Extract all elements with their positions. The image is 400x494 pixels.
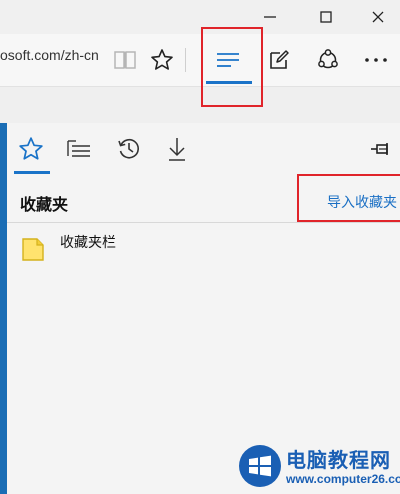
close-icon	[372, 11, 384, 23]
reading-view-button[interactable]	[109, 44, 141, 76]
share-icon	[318, 49, 338, 69]
highlight-import-box	[297, 174, 400, 222]
page-content-edge	[0, 123, 7, 494]
content-top-strip	[0, 87, 400, 123]
web-note-button[interactable]	[263, 44, 295, 76]
toolbar-separator	[185, 48, 186, 72]
address-bar[interactable]: osoft.com/zh-cn	[0, 47, 99, 63]
tab-reading-list[interactable]	[61, 131, 97, 167]
tab-favorites[interactable]	[13, 131, 49, 167]
add-favorite-button[interactable]	[146, 44, 178, 76]
active-tab-indicator	[14, 171, 50, 174]
reading-list-icon	[67, 140, 90, 157]
folder-label: 收藏夹栏	[60, 234, 116, 250]
minimize-icon	[264, 16, 276, 18]
tab-history[interactable]	[111, 131, 147, 167]
panel-title: 收藏夹	[20, 197, 69, 214]
hub-tab-bar	[7, 123, 400, 177]
reading-view-icon	[114, 51, 136, 69]
address-text: osoft.com/zh-cn	[0, 47, 99, 63]
download-icon	[169, 138, 185, 161]
highlight-hub-box	[201, 27, 263, 107]
watermark-title: 电脑教程网	[286, 450, 391, 472]
panel-divider	[7, 222, 400, 223]
web-note-icon	[270, 50, 289, 69]
browser-toolbar: osoft.com/zh-cn	[0, 34, 400, 87]
windows-logo-icon	[239, 445, 281, 487]
favorites-bar-folder[interactable]: 收藏夹栏	[15, 228, 315, 264]
close-button[interactable]	[352, 0, 400, 34]
share-button[interactable]	[312, 44, 344, 76]
history-icon	[118, 138, 139, 159]
folder-icon	[22, 238, 44, 261]
maximize-icon	[320, 11, 332, 23]
more-icon	[365, 58, 387, 62]
maximize-button[interactable]	[300, 0, 352, 34]
watermark: 电脑教程网 www.computer26.com	[232, 432, 400, 494]
more-button[interactable]	[360, 44, 392, 76]
tab-downloads[interactable]	[159, 131, 195, 167]
favorite-star-icon	[151, 49, 173, 70]
pin-pane-button[interactable]	[367, 137, 395, 161]
watermark-url: www.computer26.com	[286, 472, 400, 486]
favorites-star-icon	[19, 137, 43, 160]
pin-icon	[371, 143, 388, 155]
window-titlebar	[0, 0, 400, 34]
